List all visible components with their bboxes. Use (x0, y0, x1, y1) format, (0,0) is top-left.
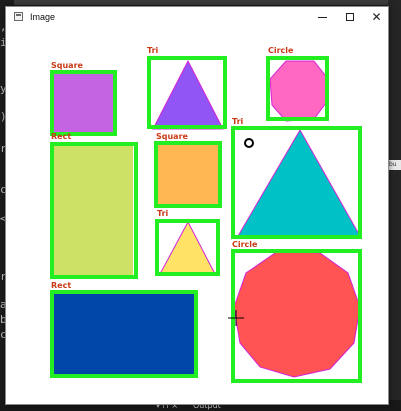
circle-bounding-box (231, 249, 362, 383)
shape-label-tri: Tri (157, 209, 169, 218)
editor-edge-tab-label: bu (389, 161, 397, 168)
shape-label-tri: Tri (232, 117, 244, 126)
shape-label-square: Square (156, 132, 188, 141)
window-titlebar[interactable]: Image ✕ (6, 7, 388, 27)
rect-bounding-box (50, 142, 138, 279)
close-icon: ✕ (371, 10, 382, 24)
minimize-icon (318, 16, 327, 18)
square-bounding-box (50, 70, 117, 136)
crosshair-cursor-icon (228, 310, 244, 326)
minimize-button[interactable] (309, 7, 336, 27)
circle-bounding-box (266, 56, 329, 121)
shape-label-tri: Tri (147, 46, 159, 55)
window-title: Image (30, 12, 56, 22)
shape-label-square: Square (51, 61, 83, 70)
cursor-dot (244, 138, 254, 148)
triangle-bounding-box (147, 56, 227, 129)
shape-label-rect: Rect (51, 281, 72, 290)
square-bounding-box (154, 141, 222, 208)
app-icon (14, 12, 23, 21)
editor-top-bar (14, 0, 388, 5)
editor-edge-tab[interactable]: bu (388, 160, 401, 170)
image-window: Image ✕ Square Tri Circle Rect Square Tr… (5, 6, 389, 405)
rect-bounding-box (50, 290, 198, 378)
shape-label-rect: Rect (51, 132, 72, 141)
shape-label-circle: Circle (268, 46, 294, 55)
maximize-icon (345, 13, 354, 21)
shape-label-circle: Circle (232, 240, 258, 249)
editor-right-panel: bu (388, 0, 401, 411)
maximize-button[interactable] (336, 7, 363, 27)
triangle-bounding-box (155, 219, 220, 276)
image-canvas[interactable]: Square Tri Circle Rect Square Tri Tri Ci… (14, 27, 382, 401)
close-button[interactable]: ✕ (363, 7, 390, 27)
